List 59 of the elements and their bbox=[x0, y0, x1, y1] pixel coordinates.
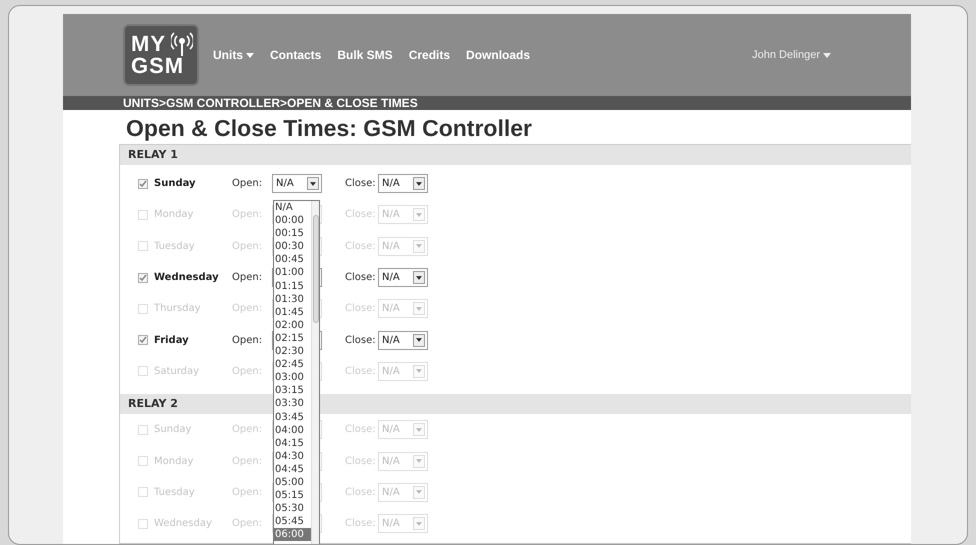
dropdown-option[interactable]: 03:00 bbox=[274, 371, 312, 384]
dropdown-option[interactable]: 05:45 bbox=[274, 515, 312, 528]
relay-title: RELAY 1 bbox=[128, 146, 178, 163]
dropdown-option[interactable]: 01:45 bbox=[274, 306, 312, 319]
dropdown-option[interactable]: 03:45 bbox=[274, 410, 312, 424]
day-checkbox[interactable] bbox=[138, 335, 148, 346]
time-select[interactable]: N/A bbox=[272, 174, 322, 194]
day-label: Sunday bbox=[154, 177, 197, 192]
day-label: Friday bbox=[154, 334, 190, 348]
dropdown-option[interactable]: 05:00 bbox=[274, 476, 312, 490]
close-label: Close: bbox=[345, 334, 377, 348]
day-checkbox[interactable] bbox=[138, 272, 148, 283]
dropdown-option[interactable]: 02:30 bbox=[274, 345, 312, 358]
dropdown-option[interactable]: N/A bbox=[274, 201, 312, 214]
day-label: Wednesday bbox=[154, 517, 213, 532]
breadcrumb: UNITS>GSM CONTROLLER>OPEN & CLOSE TIMES bbox=[63, 96, 911, 110]
day-label: Thursday bbox=[154, 302, 202, 316]
dropdown-option[interactable]: 00:30 bbox=[274, 240, 312, 254]
dropdown-option[interactable]: 05:15 bbox=[274, 489, 312, 502]
time-select[interactable]: N/A bbox=[378, 330, 428, 350]
dropdown-option[interactable]: 02:15 bbox=[274, 332, 312, 346]
scroll-thumb[interactable] bbox=[313, 215, 319, 323]
dropdown-option[interactable]: 03:15 bbox=[274, 384, 312, 398]
dropdown-option[interactable]: 04:30 bbox=[274, 450, 312, 463]
open-label: Open: bbox=[232, 271, 264, 286]
dropdown-option[interactable]: 05:30 bbox=[274, 502, 312, 516]
time-dropdown-list[interactable]: N/A 00:00 00:15 00:30 00:45 01:00 01:15 01:30 01:45 02:00 02:15 02:30 02:45 03:00 03:15 03:30 03:45 04:00 04:15 04:30 04:45 05:00 05:15 05:30 05:45 06:00 bbox=[273, 200, 320, 544]
scrollbar[interactable] bbox=[311, 201, 319, 544]
time-select[interactable]: N/A bbox=[378, 268, 428, 288]
day-label: Monday bbox=[154, 454, 194, 469]
day-label: Tuesday bbox=[154, 240, 196, 254]
signal-icon bbox=[171, 30, 193, 56]
day-label: Sunday bbox=[154, 423, 192, 438]
page-title: Open & Close Times: GSM Controller bbox=[125, 114, 533, 142]
open-label: Open: bbox=[232, 177, 264, 192]
dropdown-option[interactable]: 00:15 bbox=[274, 227, 312, 240]
time-select[interactable]: N/A bbox=[378, 174, 428, 194]
dropdown-option[interactable]: 04:45 bbox=[274, 462, 312, 476]
dropdown-option[interactable]: 02:00 bbox=[274, 318, 312, 332]
dropdown-option[interactable]: 02:45 bbox=[274, 358, 312, 372]
dropdown-option[interactable]: 00:00 bbox=[274, 214, 312, 228]
close-label: Close: bbox=[345, 177, 377, 192]
dropdown-option[interactable]: 01:30 bbox=[274, 292, 312, 306]
day-label: Tuesday bbox=[154, 486, 196, 500]
day-checkbox[interactable] bbox=[138, 178, 148, 189]
day-label: Monday bbox=[154, 208, 194, 222]
logo[interactable]: MY GSM bbox=[123, 24, 199, 86]
day-label: Wednesday bbox=[154, 271, 220, 286]
open-label: Open: bbox=[232, 334, 264, 348]
dropdown-option[interactable]: 04:00 bbox=[274, 424, 312, 437]
dropdown-option[interactable]: 00:45 bbox=[274, 253, 312, 266]
dropdown-option[interactable]: 06:00 bbox=[274, 528, 312, 542]
day-label: Saturday bbox=[154, 364, 200, 379]
dropdown-option[interactable]: 04:15 bbox=[274, 436, 312, 450]
dropdown-option[interactable]: 03:30 bbox=[274, 397, 312, 410]
dropdown-option[interactable]: 01:15 bbox=[274, 280, 312, 293]
relay-title: RELAY 2 bbox=[128, 396, 178, 412]
close-label: Close: bbox=[345, 271, 377, 286]
dropdown-option[interactable]: 01:00 bbox=[274, 266, 312, 280]
